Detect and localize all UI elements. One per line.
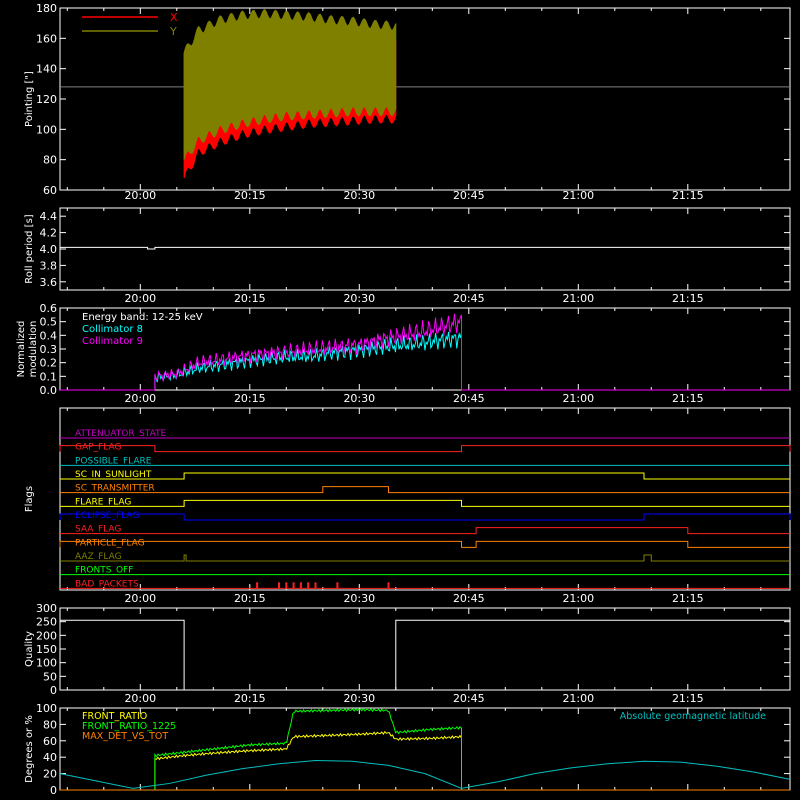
y-axis-label-1: Roll period [s] [24, 214, 35, 283]
y-tick-label: 100 [36, 123, 57, 136]
modulation-legend-2: Collimator 9 [82, 336, 143, 347]
y-tick-label: 250 [36, 616, 57, 629]
y-tick-label: 4.4 [40, 210, 58, 223]
x-tick-label: 20:15 [234, 189, 266, 202]
y-tick-label: 100 [36, 657, 57, 670]
flag-line [59, 513, 791, 521]
y-axis-label-4: Quality [24, 631, 35, 667]
flag-line [60, 554, 790, 562]
roll-period-line [60, 246, 790, 250]
x-tick-label: 21:00 [562, 592, 594, 605]
y-tick-label: 0.4 [40, 329, 58, 342]
x-tick-label: 20:15 [234, 392, 266, 405]
x-tick-label: 20:45 [453, 592, 485, 605]
y-tick-label: 0.1 [40, 370, 58, 383]
y-tick-label: 0.6 [40, 302, 58, 315]
x-tick-label: 21:15 [672, 592, 704, 605]
y-tick-label: 0.0 [40, 384, 58, 397]
flag-line [60, 527, 790, 535]
x-tick-label: 21:00 [562, 292, 594, 305]
x-tick-label: 21:00 [562, 692, 594, 705]
y-tick-label: 4.2 [40, 227, 58, 240]
modulation-line-collimator-8 [154, 331, 462, 390]
x-tick-label: 21:00 [562, 392, 594, 405]
x-tick-label: 20:15 [234, 592, 266, 605]
y-axis-label-2: Normalized [16, 321, 27, 378]
x-tick-label: 20:15 [234, 292, 266, 305]
x-tick-label: 20:30 [343, 592, 375, 605]
quality-line [60, 619, 790, 691]
flag-line [60, 486, 790, 494]
y-tick-label: 0.3 [40, 343, 58, 356]
flag-label: GAP_FLAG [75, 443, 121, 453]
x-tick-label: 20:45 [453, 189, 485, 202]
y-tick-label: 80 [43, 154, 57, 167]
panel-frame-1 [59, 207, 791, 291]
legend-label-x: X [170, 11, 178, 24]
x-tick-label: 21:00 [562, 189, 594, 202]
y-tick-label: 160 [36, 32, 57, 45]
x-tick-label: 20:00 [124, 392, 156, 405]
y-tick-label: 50 [43, 670, 57, 683]
x-tick-label: 21:15 [672, 392, 704, 405]
x-tick-label: 20:30 [343, 692, 375, 705]
y-tick-label: 150 [36, 643, 57, 656]
y-tick-label: 200 [36, 629, 57, 642]
panel-frame-3 [59, 407, 791, 591]
y-tick-label: 0 [50, 784, 57, 797]
y-tick-label: 80 [43, 718, 57, 731]
flag-line [59, 445, 791, 453]
x-tick-label: 20:00 [124, 692, 156, 705]
chart-page: 20:00 20:15 20:30 20:45 21:00 21:15 60 80 100 120… [0, 0, 800, 800]
chart-svg: 20:00 20:15 20:30 20:45 21:00 21:15 60 80 100 120… [16, 2, 791, 797]
y-tick-label: 60 [43, 184, 57, 197]
y-tick-label: 3.8 [40, 259, 58, 272]
x-tick-label: 20:45 [453, 392, 485, 405]
x-tick-label: 21:15 [672, 692, 704, 705]
y-tick-label: 0.5 [40, 316, 58, 329]
modulation-legend-0: Energy band: 12-25 keV [82, 312, 203, 323]
x-tick-label: 21:15 [672, 292, 704, 305]
x-tick-label: 20:00 [124, 292, 156, 305]
flag-line [59, 540, 790, 548]
y-axis-label-3: Flags [24, 486, 35, 512]
x-tick-label: 21:15 [672, 189, 704, 202]
x-tick-label: 20:00 [124, 592, 156, 605]
y-tick-label: 4.0 [40, 243, 58, 256]
y-tick-label: 3.6 [40, 276, 58, 289]
flag-label: PARTICLE_FLAG [75, 538, 145, 548]
y-axis-label-0: Pointing ["] [24, 71, 35, 127]
y-tick-label: 60 [43, 735, 57, 748]
flag-line [60, 499, 790, 507]
modulation-line-collimator-9 [154, 313, 462, 390]
degrees-line-1 [154, 707, 462, 790]
flag-line [60, 472, 790, 480]
x-tick-label: 20:30 [343, 392, 375, 405]
x-tick-label: 20:15 [234, 692, 266, 705]
y-tick-label: 140 [36, 63, 57, 76]
x-tick-label: 20:45 [453, 692, 485, 705]
x-tick-label: 20:45 [453, 292, 485, 305]
x-tick-label: 20:00 [124, 189, 156, 202]
y-axis-label-5: Degrees or % [24, 715, 35, 783]
y-tick-label: 180 [36, 2, 57, 15]
y-tick-label: 0.2 [40, 357, 58, 370]
legend-label-y: Y [169, 25, 177, 38]
y-axis-label-2: modulation [28, 321, 39, 378]
y-tick-label: 300 [36, 602, 57, 615]
y-tick-label: 0 [50, 684, 57, 697]
flag-label: ECLIPSE_FLAG [75, 511, 139, 521]
x-tick-label: 20:30 [343, 292, 375, 305]
y-tick-label: 40 [43, 751, 57, 764]
modulation-legend-1: Collimator 8 [82, 324, 143, 335]
y-tick-label: 120 [36, 93, 57, 106]
degrees-legend-2: MAX_DET_VS_TOT [82, 731, 168, 742]
x-tick-label: 20:30 [343, 189, 375, 202]
degrees-line-3 [59, 759, 791, 789]
y-tick-label: 20 [43, 768, 57, 781]
y-tick-label: 100 [36, 702, 57, 715]
geomag-legend: Absolute geomagnetic latitude [620, 711, 766, 722]
